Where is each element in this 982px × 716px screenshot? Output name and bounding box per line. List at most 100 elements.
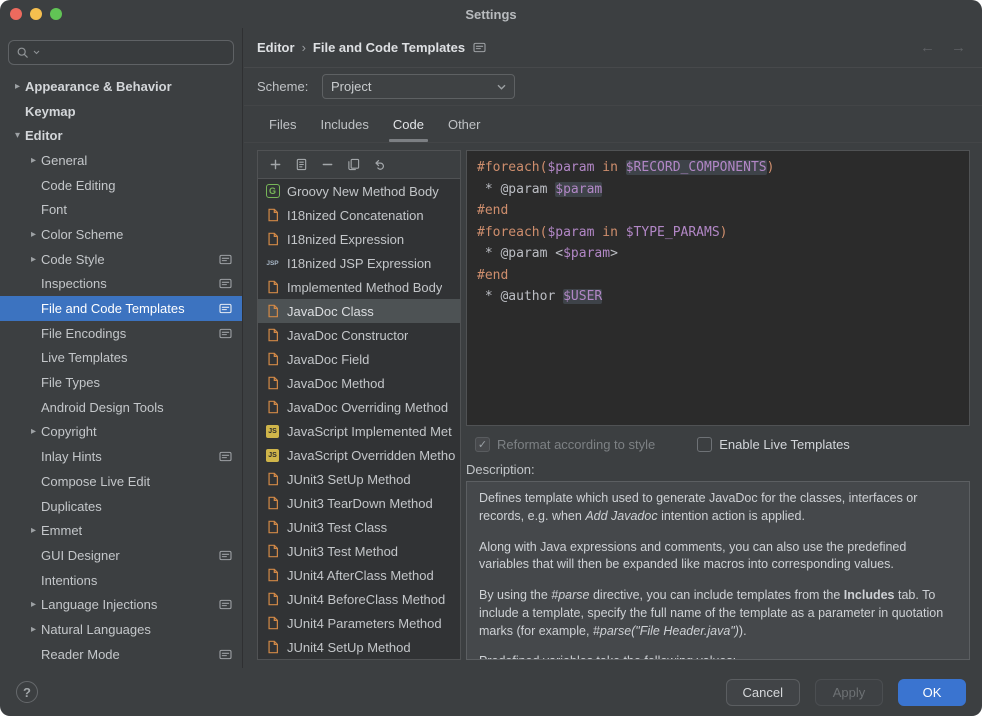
template-item-javadoc-field[interactable]: JavaDoc Field: [258, 347, 460, 371]
sidebar-item-label: Intentions: [41, 573, 97, 588]
sidebar-item-copyright[interactable]: ▸Copyright: [0, 420, 242, 445]
tab-code[interactable]: Code: [381, 106, 436, 142]
cancel-button[interactable]: Cancel: [726, 679, 800, 706]
template-item-javascript-implemented-met[interactable]: JSJavaScript Implemented Met: [258, 419, 460, 443]
template-item-junit4-afterclass-method[interactable]: JUnit4 AfterClass Method: [258, 563, 460, 587]
zoom-window-button[interactable]: [50, 8, 62, 20]
template-item-javadoc-overriding-method[interactable]: JavaDoc Overriding Method: [258, 395, 460, 419]
remove-template-icon[interactable]: [321, 158, 334, 171]
breadcrumb-separator-icon: ›: [302, 40, 306, 55]
template-item-i18nized-concatenation[interactable]: I18nized Concatenation: [258, 203, 460, 227]
template-item-junit3-test-class[interactable]: JUnit3 Test Class: [258, 515, 460, 539]
sidebar-item-keymap[interactable]: Keymap: [0, 99, 242, 124]
template-item-javadoc-class[interactable]: JavaDoc Class: [258, 299, 460, 323]
search-history-chevron-icon[interactable]: [33, 50, 40, 55]
ok-button[interactable]: OK: [898, 679, 966, 706]
sidebar-item-file-encodings[interactable]: File Encodings: [0, 321, 242, 346]
sidebar-item-live-templates[interactable]: Live Templates: [0, 346, 242, 371]
sidebar-item-duplicates[interactable]: Duplicates: [0, 494, 242, 519]
minimize-window-button[interactable]: [30, 8, 42, 20]
template-editor[interactable]: #foreach($param in $RECORD_COMPONENTS) *…: [466, 150, 970, 426]
reformat-checkbox[interactable]: ✓: [475, 437, 490, 452]
code-line: #foreach($param in $RECORD_COMPONENTS): [477, 157, 959, 179]
chevron-right-icon[interactable]: ▸: [10, 81, 25, 92]
breadcrumb-editor[interactable]: Editor: [257, 40, 295, 55]
chevron-right-icon[interactable]: ▸: [26, 229, 41, 240]
sidebar-item-inspections[interactable]: Inspections: [0, 272, 242, 297]
jsp-icon: JSP: [265, 260, 280, 267]
template-item-i18nized-expression[interactable]: I18nized Expression: [258, 227, 460, 251]
ide-settings-badge-icon: [219, 550, 232, 561]
template-item-javadoc-method[interactable]: JavaDoc Method: [258, 371, 460, 395]
sidebar-item-android-design-tools[interactable]: Android Design Tools: [0, 395, 242, 420]
template-item-implemented-method-body[interactable]: Implemented Method Body: [258, 275, 460, 299]
close-window-button[interactable]: [10, 8, 22, 20]
template-item-groovy-new-method-body[interactable]: GGroovy New Method Body: [258, 179, 460, 203]
sidebar-item-emmet[interactable]: ▸Emmet: [0, 518, 242, 543]
sidebar-item-gui-designer[interactable]: GUI Designer: [0, 543, 242, 568]
sidebar-item-label: Emmet: [41, 523, 82, 538]
template-item-junit4-setup-method[interactable]: JUnit4 SetUp Method: [258, 635, 460, 659]
settings-search-field[interactable]: [8, 40, 234, 65]
ide-settings-badge-icon: [219, 328, 232, 339]
sidebar-item-label: Language Injections: [41, 597, 157, 612]
template-item-junit4-parameters-method[interactable]: JUnit4 Parameters Method: [258, 611, 460, 635]
template-item-javadoc-constructor[interactable]: JavaDoc Constructor: [258, 323, 460, 347]
template-item-junit3-teardown-method[interactable]: JUnit3 TearDown Method: [258, 491, 460, 515]
sidebar-item-label: Code Editing: [41, 178, 115, 193]
ide-settings-badge-icon: [219, 303, 232, 314]
back-arrow-icon[interactable]: ←: [920, 39, 935, 56]
code-line: #end: [477, 200, 959, 222]
sidebar-item-appearance-behavior[interactable]: ▸Appearance & Behavior: [0, 74, 242, 99]
sidebar-item-code-editing[interactable]: Code Editing: [0, 173, 242, 198]
chevron-right-icon[interactable]: ▸: [26, 624, 41, 635]
template-item-junit3-test-method[interactable]: JUnit3 Test Method: [258, 539, 460, 563]
chevron-right-icon[interactable]: ▸: [26, 254, 41, 265]
template-item-junit3-setup-method[interactable]: JUnit3 SetUp Method: [258, 467, 460, 491]
sidebar-item-editor[interactable]: ▾Editor: [0, 123, 242, 148]
enable-live-templates-checkbox[interactable]: [697, 437, 712, 452]
sidebar-item-label: Inspections: [41, 276, 107, 291]
sidebar-item-intentions[interactable]: Intentions: [0, 568, 242, 593]
help-button[interactable]: ?: [16, 681, 38, 703]
chevron-right-icon[interactable]: ▸: [26, 155, 41, 166]
sidebar-item-natural-languages[interactable]: ▸Natural Languages: [0, 617, 242, 642]
sidebar-item-code-style[interactable]: ▸Code Style: [0, 247, 242, 272]
sidebar-item-inlay-hints[interactable]: Inlay Hints: [0, 444, 242, 469]
sidebar-item-language-injections[interactable]: ▸Language Injections: [0, 592, 242, 617]
template-list: GGroovy New Method BodyI18nized Concaten…: [258, 179, 460, 659]
tab-files[interactable]: Files: [257, 106, 308, 142]
sidebar-item-font[interactable]: Font: [0, 197, 242, 222]
template-item-label: Groovy New Method Body: [287, 184, 439, 199]
search-input[interactable]: [43, 45, 226, 60]
template-item-label: JavaDoc Method: [287, 376, 385, 391]
create-child-template-icon[interactable]: [295, 158, 308, 171]
sidebar-item-label: File Encodings: [41, 326, 126, 341]
chevron-right-icon[interactable]: ▸: [26, 599, 41, 610]
apply-button[interactable]: Apply: [815, 679, 883, 706]
sidebar-item-file-and-code-templates[interactable]: File and Code Templates: [0, 296, 242, 321]
chevron-right-icon[interactable]: ▸: [26, 525, 41, 536]
sidebar-item-file-types[interactable]: File Types: [0, 370, 242, 395]
create-template-icon[interactable]: [269, 158, 282, 171]
template-item-i18nized-jsp-expression[interactable]: JSPI18nized JSP Expression: [258, 251, 460, 275]
reset-to-default-icon[interactable]: [373, 158, 386, 171]
sidebar-item-color-scheme[interactable]: ▸Color Scheme: [0, 222, 242, 247]
sidebar-item-label: Keymap: [25, 104, 76, 119]
template-item-junit4-beforeclass-method[interactable]: JUnit4 BeforeClass Method: [258, 587, 460, 611]
template-item-javascript-overridden-metho[interactable]: JSJavaScript Overridden Metho: [258, 443, 460, 467]
template-item-label: JUnit3 SetUp Method: [287, 472, 411, 487]
tab-other[interactable]: Other: [436, 106, 493, 142]
sidebar-item-general[interactable]: ▸General: [0, 148, 242, 173]
template-item-label: JUnit3 TearDown Method: [287, 496, 433, 511]
sidebar-item-label: Live Templates: [41, 350, 127, 365]
forward-arrow-icon[interactable]: →: [951, 39, 966, 56]
copy-template-icon[interactable]: [347, 158, 360, 171]
sidebar-item-compose-live-edit[interactable]: Compose Live Edit: [0, 469, 242, 494]
description-panel: Defines template which used to generate …: [466, 481, 970, 660]
chevron-right-icon[interactable]: ▸: [26, 426, 41, 437]
sidebar-item-reader-mode[interactable]: Reader Mode: [0, 642, 242, 667]
tab-includes[interactable]: Includes: [308, 106, 380, 142]
scheme-select[interactable]: Project: [322, 74, 515, 99]
chevron-down-icon[interactable]: ▾: [10, 130, 25, 141]
